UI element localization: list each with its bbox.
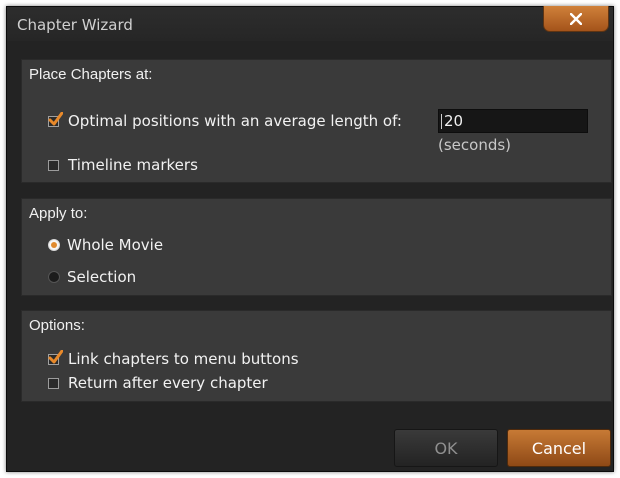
return-after-checkbox[interactable]: Return after every chapter [48,374,268,392]
whole-movie-label: Whole Movie [67,236,164,254]
cancel-button[interactable]: Cancel [507,429,611,467]
radio-selected-icon [48,239,60,251]
link-chapters-label: Link chapters to menu buttons [68,350,299,368]
apply-to-panel: Apply to: Whole Movie Selection [21,198,612,296]
timeline-markers-label: Timeline markers [68,156,198,174]
apply-to-heading: Apply to: [29,205,88,222]
selection-label: Selection [67,268,137,286]
chapter-wizard-dialog: Chapter Wizard Place Chapters at: Optima… [6,6,614,472]
title-bar[interactable]: Chapter Wizard [7,6,613,41]
return-after-label: Return after every chapter [68,374,268,392]
optimal-positions-checkbox[interactable]: Optimal positions with an average length… [48,111,402,130]
close-button[interactable] [543,6,609,32]
options-heading: Options: [29,317,85,334]
place-chapters-heading: Place Chapters at: [29,66,153,83]
radio-unselected-icon [48,271,60,283]
checkbox-unchecked-icon [48,159,59,171]
ok-button[interactable]: OK [394,429,498,467]
link-chapters-checkbox[interactable]: Link chapters to menu buttons [48,349,299,368]
dialog-title: Chapter Wizard [17,16,133,34]
timeline-markers-checkbox[interactable]: Timeline markers [48,156,198,174]
checkbox-checked-icon [48,111,63,127]
optimal-positions-label: Optimal positions with an average length… [68,112,402,130]
average-length-input[interactable]: 20 [438,109,588,133]
options-panel: Options: Link chapters to menu buttons R… [21,310,612,402]
radio-whole-movie[interactable]: Whole Movie [48,236,163,254]
radio-selection[interactable]: Selection [48,268,136,286]
place-chapters-panel: Place Chapters at: Optimal positions wit… [21,59,612,183]
close-icon [570,12,582,25]
checkbox-unchecked-icon [48,377,59,389]
checkbox-checked-icon [48,349,63,365]
length-unit-label: (seconds) [438,136,512,154]
